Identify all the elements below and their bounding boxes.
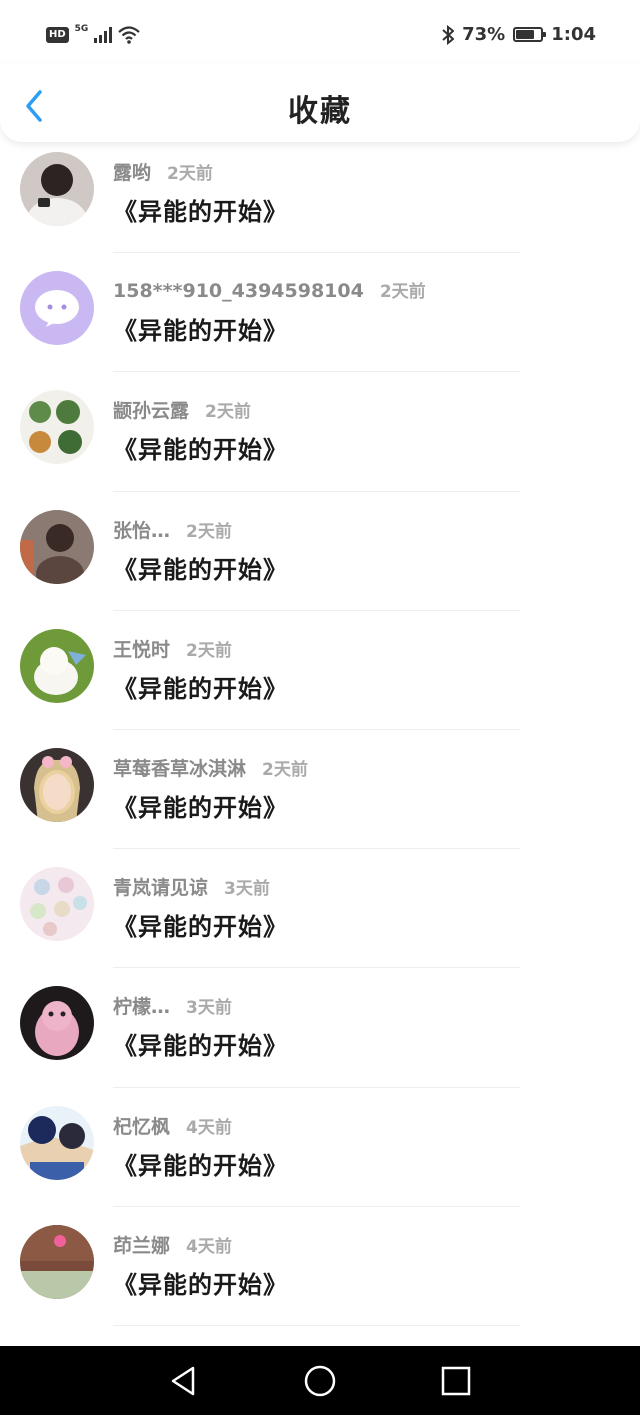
username[interactable]: 158***910_4394598104 (113, 280, 364, 302)
divider (113, 728, 520, 730)
nav-home-icon[interactable] (302, 1363, 338, 1399)
timestamp: 2天前 (167, 164, 213, 184)
item-meta: 青岚请见谅 3天前 (113, 873, 270, 900)
status-right: 73% 1:04 (442, 24, 596, 45)
book-title[interactable]: 《异能的开始》 (113, 669, 288, 704)
item-meta: 茚兰娜 4天前 (113, 1231, 232, 1258)
avatar[interactable] (20, 271, 94, 346)
status-left: HD 5G (46, 24, 141, 44)
timestamp: 3天前 (186, 998, 232, 1019)
list-item[interactable]: 柠檬… 3天前《异能的开始》 (0, 976, 640, 1095)
top-app-bar: 收藏 (0, 64, 640, 142)
list-item[interactable]: 露哟 2天前《异能的开始》 (0, 142, 640, 261)
hd-icon: HD (46, 27, 69, 43)
book-title[interactable]: 《异能的开始》 (113, 788, 288, 823)
timestamp: 2天前 (186, 521, 232, 542)
book-title[interactable]: 《异能的开始》 (113, 907, 288, 942)
list-item[interactable]: 王悦时 2天前《异能的开始》 (0, 619, 640, 738)
list-item[interactable]: 颛孙云露 2天前《异能的开始》 (0, 380, 640, 499)
book-title[interactable]: 《异能的开始》 (113, 550, 288, 585)
item-meta: 张怡… 2天前 (113, 516, 232, 543)
divider (113, 252, 520, 254)
avatar[interactable] (20, 986, 94, 1061)
username[interactable]: 露哟 (113, 158, 151, 185)
item-meta: 158***910_4394598104 2天前 (113, 277, 426, 302)
battery-icon (513, 27, 547, 42)
book-title[interactable]: 《异能的开始》 (113, 1146, 288, 1181)
list-item[interactable]: 茚兰娜 4天前《异能的开始》 (0, 1215, 640, 1334)
divider (113, 1205, 520, 1207)
list-item[interactable]: 158***910_4394598104 2天前《异能的开始》 (0, 261, 640, 380)
username[interactable]: 柠檬… (113, 992, 170, 1019)
book-title[interactable]: 《异能的开始》 (113, 311, 288, 346)
nav-back-icon[interactable] (165, 1363, 201, 1399)
favorites-list[interactable]: 露哟 2天前 《异能的开始》 158***910_4394598104 2天前 《异能的开… (0, 142, 640, 1346)
list-item[interactable]: 张怡… 2天前《异能的开始》 (0, 500, 640, 619)
divider (113, 1324, 520, 1326)
divider (113, 848, 520, 850)
username[interactable]: 王悦时 (113, 635, 170, 662)
item-meta: 颛孙云露 2天前 (113, 396, 251, 423)
bluetooth-icon (442, 24, 455, 45)
avatar[interactable] (20, 867, 94, 942)
book-title[interactable]: 《异能的开始》 (113, 430, 288, 465)
timestamp: 2天前 (205, 402, 251, 423)
timestamp: 2天前 (186, 640, 232, 661)
battery-percent: 73% (462, 24, 506, 45)
system-nav-bar (0, 1346, 640, 1415)
battery-fill (516, 30, 534, 39)
avatar[interactable] (20, 509, 94, 584)
avatar[interactable] (20, 1224, 94, 1299)
page-title: 收藏 (288, 94, 352, 129)
avatar[interactable] (20, 747, 94, 822)
item-meta: 杞忆枫 4天前 (113, 1112, 232, 1139)
timestamp: 2天前 (379, 282, 426, 303)
avatar[interactable] (20, 628, 94, 703)
timestamp: 2天前 (262, 759, 308, 780)
username[interactable]: 茚兰娜 (113, 1231, 170, 1258)
signal-icon (94, 27, 113, 43)
divider (113, 1086, 520, 1088)
list-item[interactable]: 草莓香草冰淇淋 2天前《异能的开始》 (0, 738, 640, 857)
item-meta: 柠檬… 3天前 (113, 992, 232, 1019)
battery-tip (543, 32, 547, 37)
list-item[interactable]: 青岚请见谅 3天前《异能的开始》 (0, 857, 640, 976)
avatar[interactable] (20, 390, 94, 465)
username[interactable]: 青岚请见谅 (113, 873, 208, 900)
divider (113, 609, 520, 611)
wifi-icon (118, 26, 141, 44)
username[interactable]: 杞忆枫 (113, 1112, 170, 1139)
item-meta: 草莓香草冰淇淋 2天前 (113, 754, 308, 781)
avatar[interactable] (20, 152, 94, 226)
list-item[interactable]: 杞忆枫 4天前《异能的开始》 (0, 1096, 640, 1215)
divider (113, 967, 520, 969)
username[interactable]: 张怡… (113, 516, 170, 543)
timestamp: 4天前 (186, 1236, 232, 1257)
clock: 1:04 (551, 24, 596, 45)
username[interactable]: 颛孙云露 (113, 396, 189, 423)
avatar[interactable] (20, 1105, 94, 1180)
divider (113, 490, 520, 492)
nav-recents-icon[interactable] (438, 1363, 474, 1399)
divider (113, 371, 520, 373)
network-type: 5G (74, 24, 89, 34)
timestamp: 3天前 (224, 879, 270, 900)
book-title[interactable]: 《异能的开始》 (113, 192, 288, 227)
book-title[interactable]: 《异能的开始》 (113, 1026, 288, 1061)
item-meta: 露哟 2天前 (113, 158, 213, 185)
username[interactable]: 草莓香草冰淇淋 (113, 754, 246, 781)
timestamp: 4天前 (186, 1117, 232, 1138)
book-title[interactable]: 《异能的开始》 (113, 1265, 288, 1300)
item-meta: 王悦时 2天前 (113, 635, 232, 662)
